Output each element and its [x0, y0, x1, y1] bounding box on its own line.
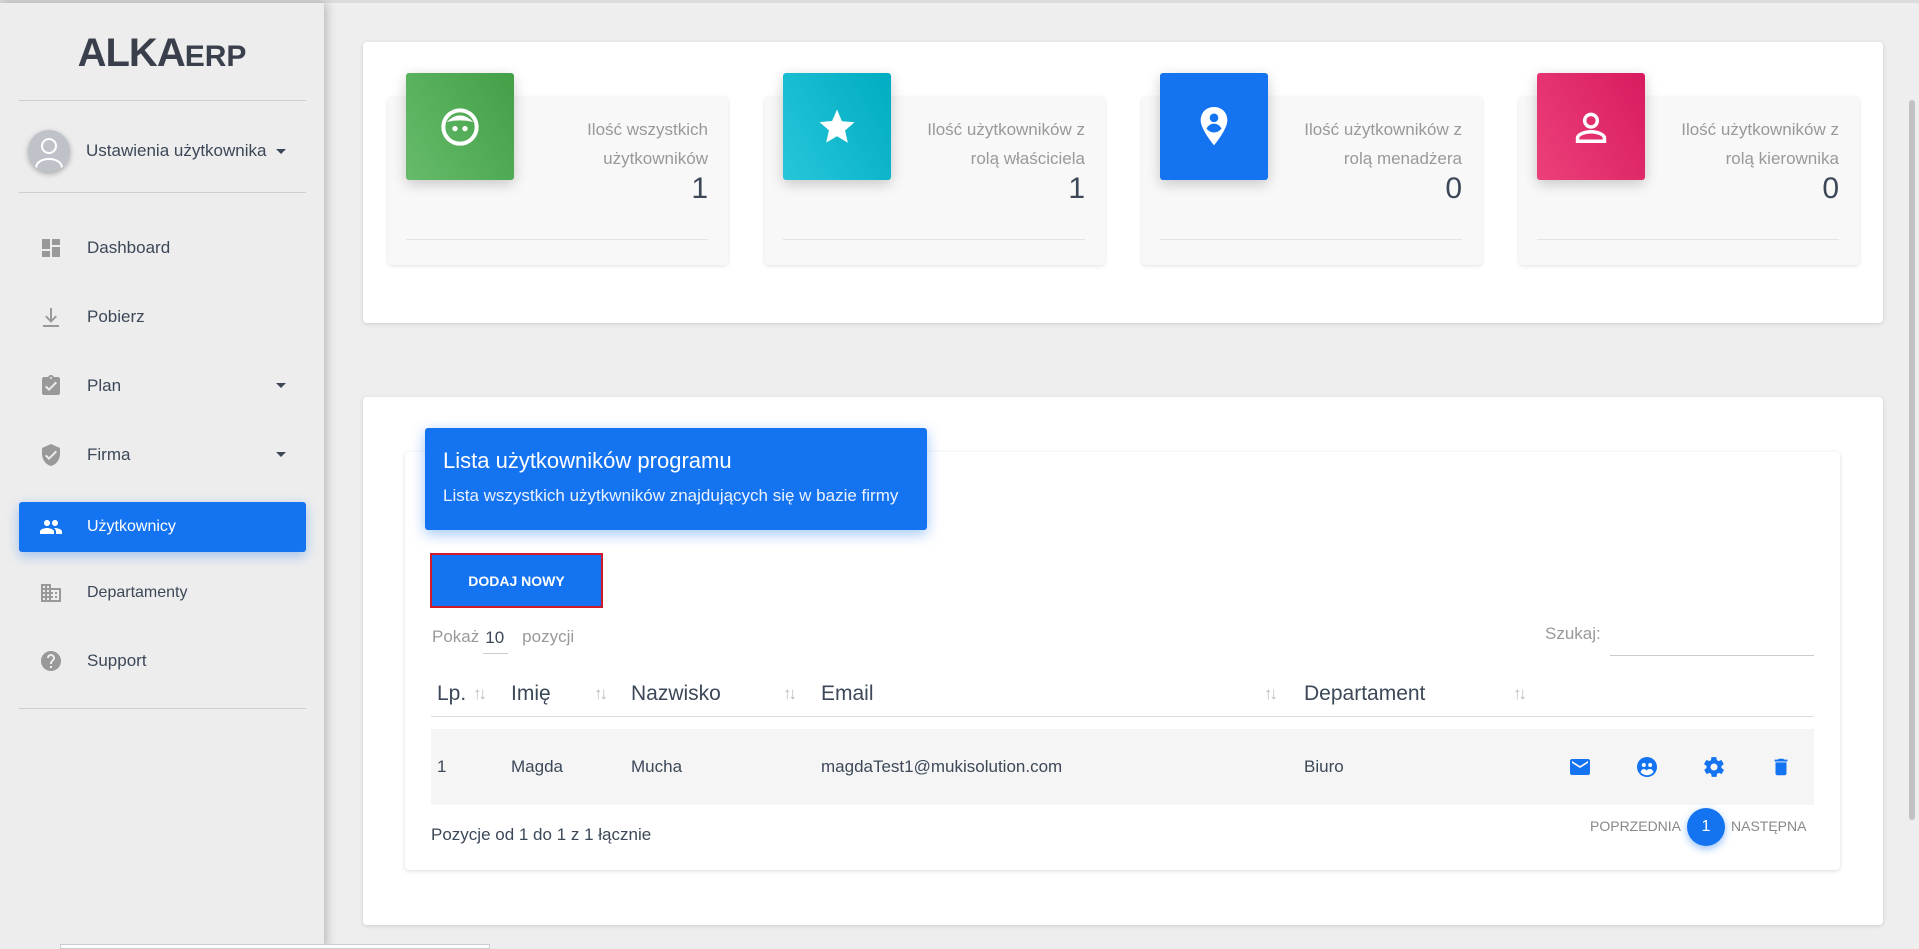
sidebar-divider [19, 708, 306, 709]
building-icon [35, 581, 67, 605]
stat-label: Ilość użytkowników z rolą właściciela [927, 120, 1085, 168]
sidebar-item-departamenty[interactable]: Departamenty [19, 568, 306, 618]
cell-imie: Magda [511, 757, 563, 776]
cell-departament: Biuro [1304, 757, 1344, 776]
page-length-suffix: pozycji [522, 626, 575, 646]
stat-label: Ilość wszystkich użytkowników [587, 120, 708, 168]
sidebar-item-pobierz[interactable]: Pobierz [19, 292, 306, 342]
pagination-current-page[interactable]: 1 [1687, 808, 1725, 846]
page-scrollbar[interactable] [1909, 100, 1915, 820]
users-panel-header: Lista użytkowników programu Lista wszyst… [425, 428, 927, 530]
cell-lp: 1 [437, 757, 447, 776]
app-logo[interactable]: ALKAERP [0, 31, 324, 76]
chevron-down-icon [276, 383, 286, 388]
column-header-nazwisko[interactable]: Nazwisko [631, 682, 721, 706]
stat-label: Ilość użytkowników z rolą kierownika [1681, 120, 1839, 168]
sort-icon[interactable]: ↑↓ [1264, 684, 1278, 704]
stat-footer-divider [783, 239, 1085, 240]
trash-icon[interactable] [1766, 752, 1796, 782]
column-header-departament[interactable]: Departament [1304, 682, 1425, 706]
sidebar-item-label: Departamenty [87, 584, 188, 601]
stat-footer-divider [1537, 239, 1839, 240]
users-icon [35, 515, 67, 539]
download-icon [35, 305, 67, 329]
users-panel-title: Lista użytkowników programu [443, 448, 732, 473]
sidebar-item-label: Support [87, 651, 147, 670]
sidebar-item-firma[interactable]: Firma [19, 430, 306, 480]
stat-card-all-users: Ilość wszystkich użytkowników 1 [388, 73, 728, 265]
assign-role-icon[interactable] [1632, 752, 1662, 782]
stat-label: Ilość użytkowników z rolą menadżera [1304, 120, 1462, 168]
location-person-icon [1160, 73, 1268, 180]
table-info: Pozycje od 1 do 1 z 1 łącznie [431, 825, 652, 844]
user-avatar-icon [35, 138, 63, 168]
dashboard-icon [35, 236, 67, 260]
avatar [28, 130, 70, 172]
sidebar-divider [19, 192, 306, 193]
sidebar-item-uzytkownicy[interactable]: Użytkownicy [19, 502, 306, 552]
shield-check-icon [35, 443, 67, 467]
sidebar-item-label: Pobierz [87, 307, 145, 326]
sidebar-item-label: Użytkownicy [87, 518, 176, 535]
stat-footer-divider [1160, 239, 1462, 240]
column-header-lp[interactable]: Lp. [437, 682, 466, 706]
column-header-email[interactable]: Email [821, 682, 874, 706]
taskbar-strip [60, 944, 490, 949]
user-settings-label: Ustawienia użytkownika [86, 141, 267, 160]
sidebar-divider [19, 100, 306, 101]
cell-nazwisko: Mucha [631, 757, 683, 776]
sidebar: ALKAERP Ustawienia użytkownika Dashboard… [0, 3, 324, 949]
clipboard-check-icon [35, 374, 67, 398]
stat-value: 1 [1068, 172, 1085, 205]
sidebar-item-support[interactable]: Support [19, 636, 306, 686]
help-icon [35, 649, 67, 673]
sort-icon[interactable]: ↑↓ [783, 684, 797, 704]
users-panel-subtitle: Lista wszystkich użytkwników znajdującyc… [443, 486, 899, 505]
sort-icon[interactable]: ↑↓ [594, 684, 608, 704]
star-icon [783, 73, 891, 180]
page-length-select[interactable]: 10 [483, 625, 509, 654]
stat-card-managers: Ilość użytkowników z rolą menadżera 0 [1142, 73, 1482, 265]
stat-card-owners: Ilość użytkowników z rolą właściciela 1 [765, 73, 1105, 265]
search-input[interactable] [1610, 620, 1814, 656]
pagination-next[interactable]: NASTĘPNA [1731, 818, 1806, 834]
chevron-down-icon [276, 452, 286, 457]
mail-icon[interactable] [1565, 752, 1595, 782]
search-label: Szukaj: [1545, 624, 1601, 643]
chevron-down-icon [276, 148, 287, 154]
stat-value: 0 [1822, 172, 1839, 205]
person-icon [1537, 73, 1645, 180]
stat-value: 0 [1445, 172, 1462, 205]
sort-icon[interactable]: ↑↓ [473, 684, 487, 704]
sidebar-item-label: Plan [87, 376, 122, 395]
sort-icon[interactable]: ↑↓ [1513, 684, 1527, 704]
page-length-control: Pokaż 10 pozycji [432, 622, 575, 654]
sidebar-item-dashboard[interactable]: Dashboard [19, 223, 306, 273]
user-settings-menu[interactable]: Ustawienia użytkownika [28, 128, 287, 174]
face-icon [406, 73, 514, 180]
stat-footer-divider [406, 239, 708, 240]
cell-email: magdaTest1@mukisolution.com [821, 757, 1063, 776]
sidebar-item-label: Firma [87, 445, 131, 464]
column-header-imie[interactable]: Imię [511, 682, 551, 706]
sidebar-item-plan[interactable]: Plan [19, 361, 306, 411]
stat-card-supervisors: Ilość użytkowników z rolą kierownika 0 [1519, 73, 1859, 265]
pagination-previous[interactable]: POPRZEDNIA [1590, 818, 1681, 834]
page-length-prefix: Pokaż [432, 626, 480, 646]
stat-value: 1 [691, 172, 708, 205]
table-header-divider [431, 716, 1814, 717]
sidebar-item-label: Dashboard [87, 238, 171, 257]
add-new-user-button[interactable]: DODAJ NOWY [430, 553, 603, 608]
gear-icon[interactable] [1699, 752, 1729, 782]
